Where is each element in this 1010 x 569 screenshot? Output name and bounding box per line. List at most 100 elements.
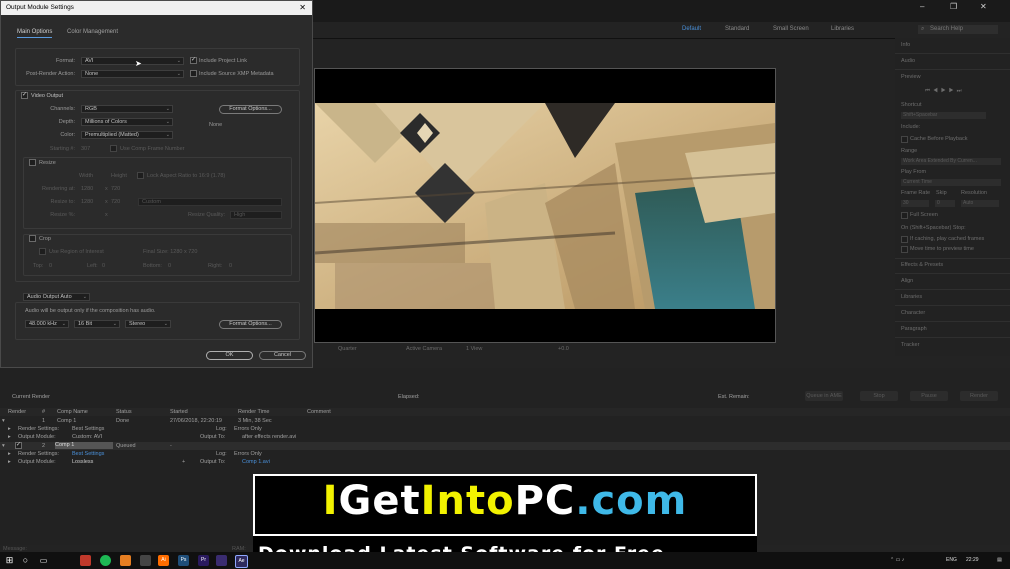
output-module-value[interactable]: Custom: AVI [72,434,102,440]
expand-icon[interactable]: ▸ [8,426,11,432]
tab-main-options[interactable]: Main Options [17,29,53,38]
app-icon-purple[interactable] [216,555,227,566]
include-xmp-checkbox[interactable] [190,70,197,77]
audio-output-dropdown[interactable]: Audio Output Auto ⌄ [23,293,90,301]
cache-before-checkbox[interactable] [901,136,908,143]
audio-format-options-button[interactable]: Format Options... [219,320,282,329]
expand-icon[interactable]: ▾ [2,418,5,424]
app-icon-orange[interactable] [120,555,131,566]
log-dropdown[interactable]: Errors Only [234,426,262,432]
sample-rate-dropdown[interactable]: 48.000 kHz ⌄ [25,320,69,328]
crop-right-value[interactable]: 0 [229,263,232,269]
pause-button[interactable]: Pause [910,391,948,401]
ok-button[interactable]: OK [206,351,253,360]
col-render-time[interactable]: Render Time [238,409,270,415]
lock-aspect-checkbox[interactable] [137,172,144,179]
crop-checkbox[interactable] [29,235,36,242]
render-settings-value[interactable]: Best Settings [72,426,104,432]
windows-start-icon[interactable]: ⊞ [4,555,15,566]
resize-quality-dropdown[interactable]: High [230,211,282,219]
preview-panel-header[interactable]: Preview [901,74,921,80]
premiere-icon[interactable]: Pr [198,555,209,566]
output-to-value[interactable]: after effects render.avi [242,434,296,440]
render-button[interactable]: Render [960,391,998,401]
resize-height-input[interactable]: 720 [111,199,120,205]
expand-icon[interactable]: ▾ [2,443,5,449]
starting-value[interactable]: 307 [81,146,90,152]
post-render-dropdown[interactable]: None ⌄ [81,70,184,78]
close-window-button[interactable]: ✕ [980,2,987,11]
playback-controls[interactable]: ⏮◀▶▶⏭ [925,88,965,95]
workspace-tab-small-screen[interactable]: Small Screen [773,26,809,32]
resize-preset-dropdown[interactable]: Custom [138,198,282,206]
after-effects-icon[interactable]: Ae [235,555,248,568]
resize-width-input[interactable]: 1280 [81,199,93,205]
exposure-value[interactable]: +0.0 [558,346,569,352]
range-dropdown[interactable]: Work Area Extended By Curren... [901,158,1001,165]
render-item-row[interactable]: ▾ 1 Comp 1 Done 27/06/2018, 22:20:19 3 M… [0,417,1010,425]
channels-dropdown[interactable]: RGB ⌄ [81,105,173,113]
audio-panel-header[interactable]: Audio [901,58,915,64]
notifications-icon[interactable]: ▤ [994,555,1005,566]
full-screen-checkbox[interactable] [901,212,908,219]
col-render[interactable]: Render [8,409,26,415]
spotify-icon[interactable] [100,555,111,566]
color-dropdown[interactable]: Premultiplied (Matted) ⌄ [81,131,173,139]
photoshop-icon[interactable]: Ps [178,555,189,566]
queue-in-ame-button[interactable]: Queue in AME [805,391,843,401]
app-icon-red[interactable] [80,555,91,566]
stop-button[interactable]: Stop [860,391,898,401]
resolution-dropdown[interactable]: Auto [961,200,999,207]
depth-dropdown[interactable]: Millions of Colors ⌄ [81,118,173,126]
illustrator-icon[interactable]: Ai [158,555,169,566]
col-comment[interactable]: Comment [307,409,331,415]
col-number[interactable]: # [42,409,45,415]
align-header[interactable]: Align [901,278,913,284]
info-panel-header[interactable]: Info [901,42,910,48]
play-from-dropdown[interactable]: Current Time [901,179,1001,186]
shortcut-dropdown[interactable]: Shift+Spacebar [901,112,986,119]
character-header[interactable]: Character [901,310,925,316]
tab-color-management[interactable]: Color Management [67,29,118,35]
tracker-header[interactable]: Tracker [901,342,919,348]
effects-presets-header[interactable]: Effects & Presets [901,262,943,268]
cancel-button[interactable]: Cancel [259,351,306,360]
clock[interactable]: 22:29 [966,555,979,566]
col-status[interactable]: Status [116,409,132,415]
use-comp-frame-checkbox[interactable] [110,145,117,152]
format-dropdown[interactable]: AVI ⌄ [81,57,184,65]
search-help-input[interactable]: ⌕ Search Help [918,25,998,34]
use-roi-checkbox[interactable] [39,248,46,255]
render-checkbox[interactable]: ✓ [15,442,22,449]
log-dropdown[interactable]: Errors Only [234,451,262,457]
output-module-value[interactable]: Lossless [72,459,93,465]
minimize-button[interactable]: – [920,2,924,11]
include-project-link-checkbox[interactable]: ✓ [190,57,197,64]
paragraph-header[interactable]: Paragraph [901,326,927,332]
search-icon[interactable]: ○ [20,555,31,566]
app-icon-gray[interactable] [140,555,151,566]
resize-checkbox[interactable] [29,159,36,166]
if-caching-checkbox[interactable] [901,236,908,243]
camera-dropdown[interactable]: Active Camera [406,346,442,352]
audio-channels-dropdown[interactable]: Stereo ⌄ [125,320,171,328]
crop-top-value[interactable]: 0 [49,263,52,269]
bit-depth-dropdown[interactable]: 16 Bit ⌄ [74,320,120,328]
crop-bottom-value[interactable]: 0 [168,263,171,269]
task-view-icon[interactable]: ▭ [38,555,49,566]
col-comp-name[interactable]: Comp Name [57,409,88,415]
maximize-button[interactable]: ❐ [950,2,957,11]
frame-rate-dropdown[interactable]: 30 [901,200,929,207]
dialog-close-icon[interactable]: ✕ [299,1,306,15]
crop-left-value[interactable]: 0 [102,263,105,269]
col-started[interactable]: Started [170,409,188,415]
language-indicator[interactable]: ENG [946,555,957,566]
skip-dropdown[interactable]: 0 [935,200,955,207]
render-settings-value[interactable]: Best Settings [72,451,104,457]
expand-icon[interactable]: ▸ [8,434,11,440]
libraries-header[interactable]: Libraries [901,294,922,300]
workspace-tab-default[interactable]: Default [682,26,701,32]
tray-icons[interactable]: ⌃ ▭ ♪ [890,555,904,566]
render-item-row[interactable]: ▾ ✓ 2 Comp 1 Queued - [0,442,1010,450]
expand-icon[interactable]: ▸ [8,459,11,465]
